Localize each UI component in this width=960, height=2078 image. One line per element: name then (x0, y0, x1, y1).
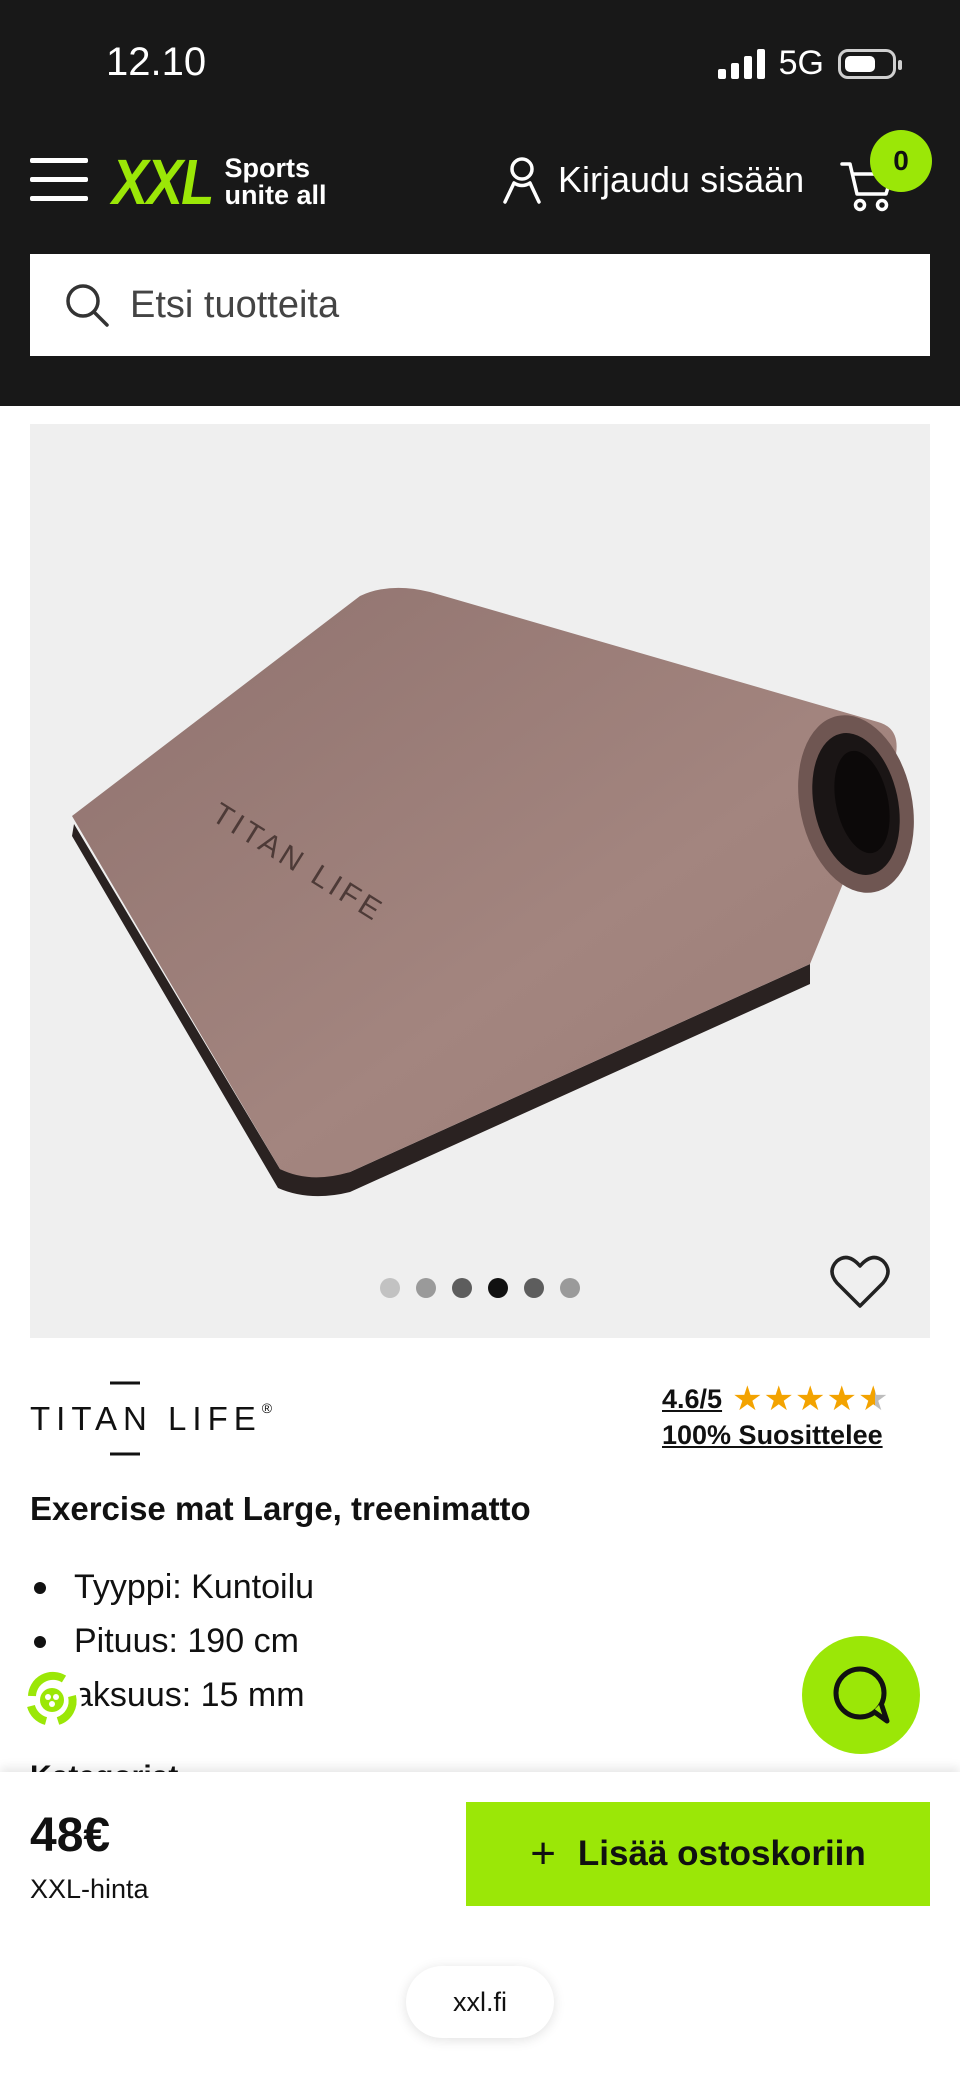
search-icon (66, 284, 109, 327)
gallery-dot-active[interactable] (488, 1278, 508, 1298)
logo-tagline: Sports unite all (224, 153, 327, 210)
user-icon (503, 157, 541, 204)
search-placeholder: Etsi tuotteita (130, 283, 340, 326)
login-link[interactable]: Kirjaudu sisään (502, 156, 804, 204)
product-image-gallery[interactable]: TITAN LIFE (30, 424, 930, 1338)
add-to-cart-button[interactable]: + Lisää ostoskoriin (466, 1802, 930, 1906)
product-image: TITAN LIFE (72, 587, 914, 1197)
product-title: Exercise mat Large, treenimatto (30, 1490, 531, 1527)
brand-name: TITAN LIFE (30, 1400, 262, 1437)
price-label: XXL-hinta (30, 1874, 149, 1904)
xxl-logo[interactable]: XXL Sports unite all (112, 150, 326, 214)
favorite-heart-icon[interactable] (830, 1254, 890, 1310)
battery-icon (838, 48, 902, 79)
gallery-dot[interactable] (452, 1278, 472, 1298)
status-indicators: 5G (717, 44, 902, 83)
registered-mark: ® (261, 1400, 273, 1416)
gallery-dot[interactable] (524, 1278, 544, 1298)
brand-logo[interactable]: TITAN LIFE® (30, 1380, 272, 1465)
network-label: 5G (778, 44, 824, 82)
status-time: 12.10 (106, 40, 207, 84)
cart-count-badge[interactable]: 0 (870, 130, 932, 192)
url-bar[interactable]: xxl.fi (406, 1966, 554, 2038)
spec-item: Pituus: 190 cm (30, 1614, 314, 1668)
rating-score[interactable]: 4.6/5 (662, 1384, 722, 1415)
chat-bubble-icon (833, 1666, 890, 1724)
hamburger-menu-button[interactable] (30, 158, 88, 202)
add-to-cart-label: Lisää ostoskoriin (577, 1834, 866, 1873)
gallery-pagination[interactable] (380, 1278, 580, 1298)
product-price: 48€ (30, 1809, 111, 1862)
site-header: 12.10 5G XXL Sports unite all Kirjaudu s… (0, 0, 960, 406)
gallery-dot[interactable] (560, 1278, 580, 1298)
signal-icon (717, 48, 765, 79)
gallery-dot[interactable] (380, 1278, 400, 1298)
recommend-link[interactable]: 100% Suosittelee (662, 1420, 889, 1451)
login-label: Kirjaudu sisään (558, 159, 805, 200)
recycle-badge-icon[interactable] (18, 1666, 86, 1734)
sticky-buy-bar: 48€ XXL-hinta + Lisää ostoskoriin (0, 1772, 960, 1952)
plus-icon: + (530, 1829, 556, 1878)
gallery-dot[interactable] (416, 1278, 436, 1298)
chat-button[interactable] (802, 1636, 920, 1754)
rating-block[interactable]: 4.6/5 ★★★★★ 100% Suosittelee (662, 1382, 889, 1451)
spec-item: Tyyppi: Kuntoilu (30, 1560, 314, 1614)
rating-stars-icon: ★★★★★ (732, 1380, 890, 1418)
search-input[interactable]: Etsi tuotteita (30, 254, 930, 356)
logo-wordmark: XXL (112, 146, 214, 218)
browser-bottom-bar: xxl.fi (0, 1952, 960, 2078)
